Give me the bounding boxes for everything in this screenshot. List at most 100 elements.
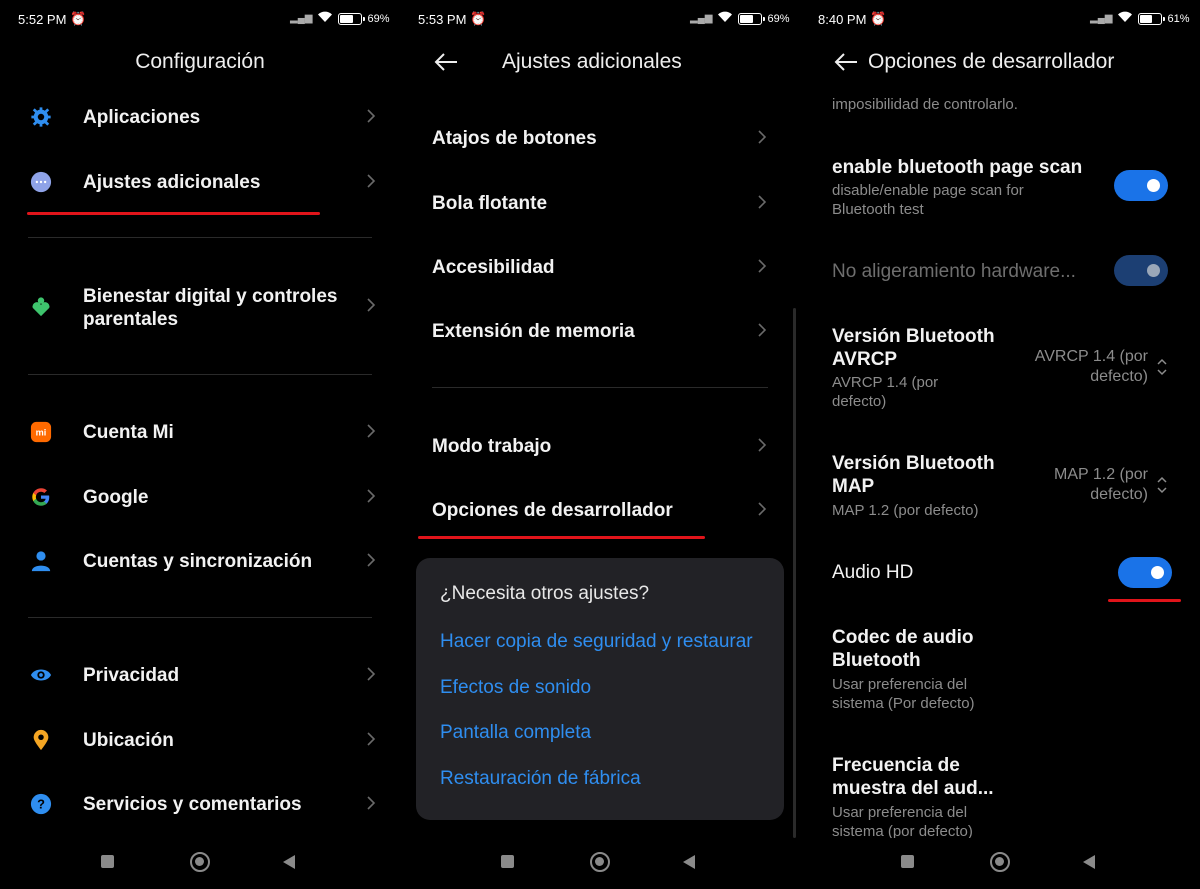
page-title: Ajustes adicionales <box>502 50 682 73</box>
page-title: Configuración <box>135 50 265 73</box>
setting-sample-rate-sub: Usar preferencia del sistema (por defect… <box>832 804 973 840</box>
navigation-bar <box>400 850 800 874</box>
battery-percent: 69% <box>767 12 790 25</box>
gear-icon <box>29 105 53 129</box>
chevron-right-icon <box>366 488 380 508</box>
signal-icon: ▂▄▆ <box>290 13 313 24</box>
chevron-right-icon <box>757 194 771 214</box>
avrcp-value[interactable]: AVRCP 1.4 (por defecto) <box>1018 347 1148 387</box>
alarm-icon: ⏰ <box>470 11 487 26</box>
menu-item-privacidad[interactable]: Privacidad <box>83 664 179 687</box>
back-arrow-icon[interactable] <box>433 50 461 74</box>
more-dots-icon <box>29 170 53 194</box>
status-bar-time: 5:53 PM ⏰ <box>418 11 487 27</box>
link-full-screen[interactable]: Pantalla completa <box>440 722 591 744</box>
chevron-right-icon <box>366 795 380 815</box>
hw-offload-toggle[interactable] <box>1114 255 1168 286</box>
chevron-right-icon <box>366 552 380 572</box>
status-bar-right: ▂▄▆ 69% <box>290 11 390 26</box>
setting-bt-page-scan-label: enable bluetooth page scan <box>832 157 1083 178</box>
scrollbar[interactable] <box>793 308 796 838</box>
menu-item-accesibilidad[interactable]: Accesibilidad <box>432 256 555 279</box>
link-backup-restore[interactable]: Hacer copia de seguridad y restaurar <box>440 631 753 653</box>
highlight-underline <box>27 212 320 215</box>
divider <box>28 617 372 618</box>
time-text: 8:40 PM <box>818 11 867 27</box>
navigation-bar <box>0 850 400 874</box>
setting-sample-rate-label: Frecuencia de muestra del aud... <box>832 755 994 799</box>
menu-item-atajos[interactable]: Atajos de botones <box>432 127 597 150</box>
card-title: ¿Necesita otros ajustes? <box>440 583 650 604</box>
battery-percent: 69% <box>367 12 390 25</box>
audio-hd-toggle[interactable] <box>1118 557 1172 588</box>
description-text: imposibilidad de controlarlo. <box>832 96 1018 113</box>
divider <box>432 387 768 388</box>
menu-item-bienestar[interactable]: Bienestar digital y controles parentales <box>83 285 353 331</box>
menu-item-cuentas[interactable]: Cuentas y sincronización <box>83 550 312 573</box>
link-sound-effects[interactable]: Efectos de sonido <box>440 677 591 699</box>
help-icon: ? <box>29 792 53 816</box>
menu-item-ubicacion[interactable]: Ubicación <box>83 729 174 752</box>
setting-hw-offload-label: No aligeramiento hardware... <box>832 261 1076 282</box>
chevron-right-icon <box>757 501 771 521</box>
additional-settings-panel: 5:53 PM ⏰ ▂▄▆ 69% Ajustes adicionales At… <box>400 0 800 889</box>
up-down-chevron-icon <box>1156 475 1168 495</box>
map-value[interactable]: MAP 1.2 (por defecto) <box>1018 465 1148 505</box>
chevron-right-icon <box>757 129 771 149</box>
menu-item-opciones-desarrollador[interactable]: Opciones de desarrollador <box>432 499 673 522</box>
menu-item-cuenta-mi[interactable]: Cuenta Mi <box>83 421 174 444</box>
wifi-icon <box>1117 11 1133 26</box>
chevron-right-icon <box>366 666 380 686</box>
back-button[interactable] <box>1083 855 1095 869</box>
alarm-icon: ⏰ <box>870 11 887 26</box>
person-icon <box>29 549 53 573</box>
back-button[interactable] <box>683 855 695 869</box>
battery-icon <box>738 12 766 25</box>
menu-item-google[interactable]: Google <box>83 486 148 509</box>
svg-text:mi: mi <box>36 428 47 438</box>
menu-item-extension-memoria[interactable]: Extensión de memoria <box>432 320 635 343</box>
status-bar-time: 8:40 PM ⏰ <box>818 11 887 27</box>
home-button[interactable] <box>990 852 1010 872</box>
chevron-right-icon <box>366 108 380 128</box>
navigation-bar <box>800 850 1200 874</box>
link-factory-reset[interactable]: Restauración de fábrica <box>440 768 641 790</box>
recents-button[interactable] <box>101 855 114 868</box>
page-title: Opciones de desarrollador <box>868 50 1115 73</box>
setting-codec-label: Codec de audio Bluetooth <box>832 627 974 671</box>
eye-icon <box>29 663 53 687</box>
time-text: 5:53 PM <box>418 11 467 27</box>
home-button[interactable] <box>190 852 210 872</box>
status-bar-right: ▂▄▆ 69% <box>690 11 790 26</box>
back-arrow-icon[interactable] <box>833 50 861 74</box>
chevron-right-icon <box>757 322 771 342</box>
wellbeing-icon <box>29 295 53 319</box>
signal-icon: ▂▄▆ <box>1090 13 1113 24</box>
recents-button[interactable] <box>901 855 914 868</box>
back-button[interactable] <box>283 855 295 869</box>
alarm-icon: ⏰ <box>70 11 87 26</box>
signal-icon: ▂▄▆ <box>690 13 713 24</box>
setting-avrcp-label: Versión Bluetooth AVRCP <box>832 326 995 370</box>
svg-text:?: ? <box>37 797 45 812</box>
developer-options-panel: 8:40 PM ⏰ ▂▄▆ 61% Opciones de desarrolla… <box>800 0 1200 889</box>
highlight-underline <box>418 536 705 539</box>
setting-map-sub: MAP 1.2 (por defecto) <box>832 502 979 519</box>
other-settings-card: ¿Necesita otros ajustes? Hacer copia de … <box>416 558 784 820</box>
menu-item-servicios[interactable]: Servicios y comentarios <box>83 793 302 816</box>
menu-item-bola-flotante[interactable]: Bola flotante <box>432 192 547 215</box>
menu-item-ajustes-adicionales[interactable]: Ajustes adicionales <box>83 171 260 194</box>
menu-item-modo-trabajo[interactable]: Modo trabajo <box>432 435 551 458</box>
chevron-right-icon <box>757 437 771 457</box>
bt-page-scan-toggle[interactable] <box>1114 170 1168 201</box>
setting-codec-sub: Usar preferencia del sistema (Por defect… <box>832 676 975 712</box>
status-bar-time: 5:52 PM ⏰ <box>18 11 87 27</box>
status-bar-right: ▂▄▆ 61% <box>1090 11 1190 26</box>
setting-audio-hd-label: Audio HD <box>832 562 914 583</box>
recents-button[interactable] <box>501 855 514 868</box>
time-text: 5:52 PM <box>18 11 67 27</box>
battery-icon <box>338 12 366 25</box>
menu-item-aplicaciones[interactable]: Aplicaciones <box>83 106 200 129</box>
home-button[interactable] <box>590 852 610 872</box>
wifi-icon <box>717 11 733 26</box>
